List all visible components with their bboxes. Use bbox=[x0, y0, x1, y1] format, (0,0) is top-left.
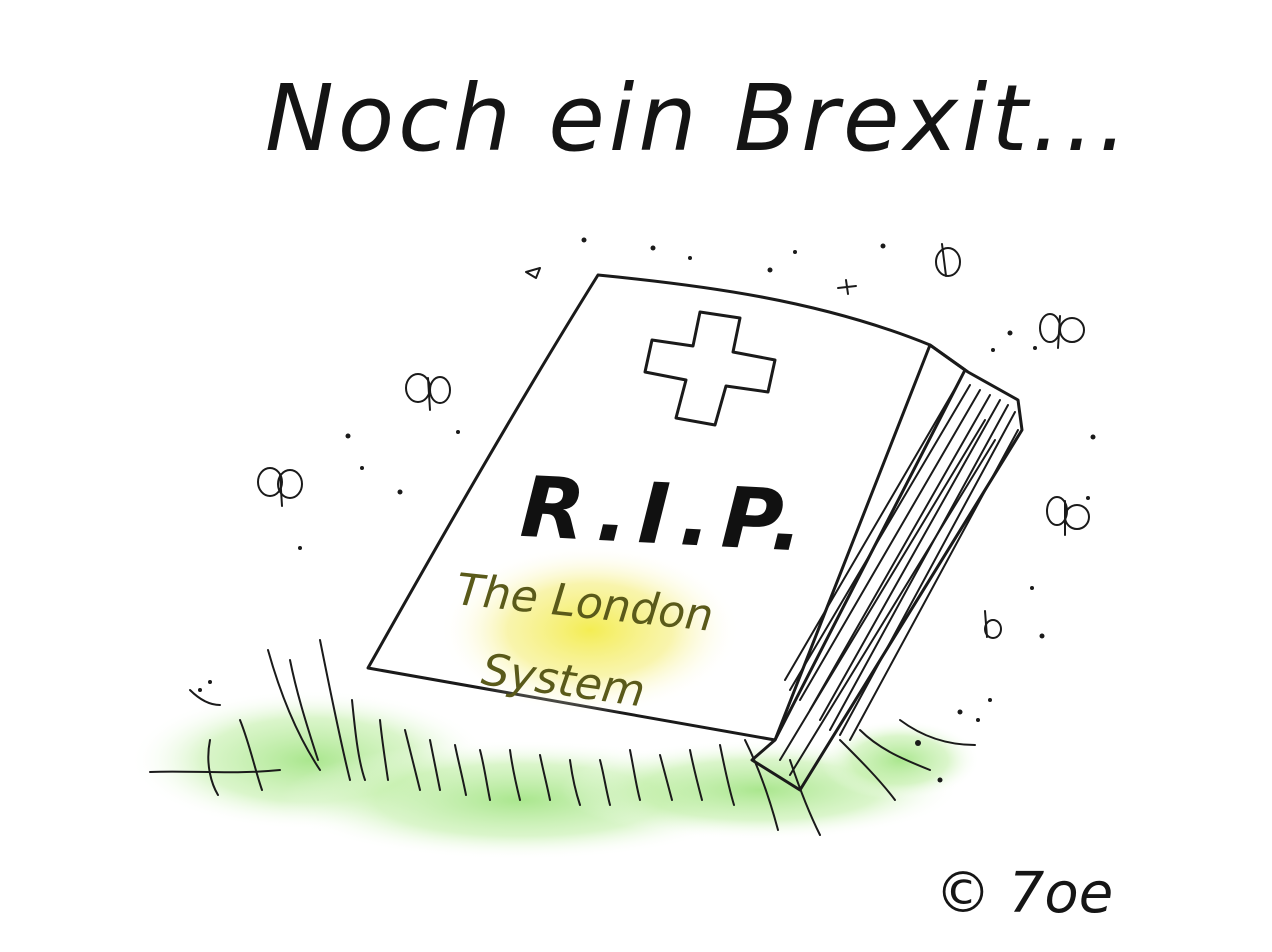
gravestone: R.I.P. The London System bbox=[366, 273, 1024, 792]
butterfly-icon bbox=[1046, 496, 1090, 536]
gravestone-side-hatching bbox=[779, 379, 1019, 776]
cartoon-illustration: Noch ein Brexit... R.I.P. The London Sys… bbox=[130, 65, 1131, 926]
butterfly-icon bbox=[525, 267, 541, 279]
butterfly-icon bbox=[257, 467, 303, 507]
butterfly-icon bbox=[837, 279, 857, 295]
cross-icon bbox=[643, 310, 777, 427]
signature: © 7oe bbox=[935, 861, 1113, 926]
butterfly-icon bbox=[1039, 313, 1085, 349]
butterfly-icon bbox=[984, 610, 1002, 639]
cartoon-title: Noch ein Brexit... bbox=[265, 65, 1131, 172]
butterfly-icon bbox=[405, 373, 451, 411]
butterfly-icon bbox=[935, 243, 961, 277]
